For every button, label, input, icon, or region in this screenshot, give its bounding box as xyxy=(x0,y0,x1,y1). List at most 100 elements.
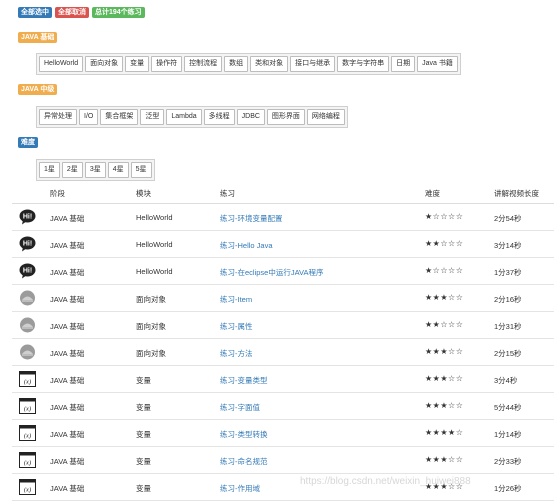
table-row: Hi! JAVA 基础 HelloWorld 练习-在eclipse中运行JAVA程序… xyxy=(12,258,554,285)
exercise-link[interactable]: 练习-变量类型 xyxy=(220,375,268,386)
exercise-link[interactable]: 练习-命名规范 xyxy=(220,456,268,467)
cell-stage: JAVA 基础 xyxy=(50,376,85,385)
cell-stage: JAVA 基础 xyxy=(50,268,85,277)
basic-module-filter: HelloWorld 面向对象 变量 操作符 控制流程 数组 类和对象 接口与继承 数字与字符串… xyxy=(36,53,461,75)
basic-module-button[interactable]: 数字与字符串 xyxy=(337,56,390,72)
table-row: (x) JAVA 基础 变量 练习-类型转换 ★★★★☆ 1分14秒 xyxy=(12,420,554,447)
star-rating: ★☆☆☆☆ xyxy=(425,266,464,275)
table-row: Hi! JAVA 基础 HelloWorld 练习-Hello Java ★★☆☆☆ 3分… xyxy=(12,231,554,258)
cell-duration: 3分4秒 xyxy=(494,376,518,385)
cell-duration: 2分15秒 xyxy=(494,349,522,358)
cell-module: 面向对象 xyxy=(136,349,166,358)
cell-module: 面向对象 xyxy=(136,295,166,304)
exercise-table: 阶段 模块 练习 难度 讲解视频长度 Hi! JAVA 基础 HelloWorld 练… xyxy=(12,181,554,501)
middle-module-button[interactable]: 集合框架 xyxy=(100,109,139,125)
star-rating: ★★☆☆☆ xyxy=(425,320,464,329)
difficulty-level-button[interactable]: 5星 xyxy=(130,162,152,178)
cell-stage: JAVA 基础 xyxy=(50,214,85,223)
difficulty-level-button[interactable]: 2星 xyxy=(61,162,83,178)
basic-module-button[interactable]: 数组 xyxy=(224,56,249,72)
hi-icon: Hi! xyxy=(19,263,36,279)
cell-duration: 1分31秒 xyxy=(494,322,522,331)
svg-text:Hi!: Hi! xyxy=(23,214,32,221)
star-rating: ★★★☆☆ xyxy=(425,455,464,464)
exercise-link[interactable]: 练习-Hello Java xyxy=(220,240,273,251)
cell-duration: 1分26秒 xyxy=(494,484,522,493)
exercise-link[interactable]: 练习-Item xyxy=(220,294,252,305)
svg-text:(x): (x) xyxy=(24,487,31,494)
middle-module-button[interactable]: 图形界面 xyxy=(266,109,305,125)
cell-module: 变量 xyxy=(136,430,151,439)
basic-module-button[interactable]: 操作符 xyxy=(151,56,183,72)
exercise-link[interactable]: 练习-字面值 xyxy=(220,402,260,413)
table-body: Hi! JAVA 基础 HelloWorld 练习-环境变量配置 ★☆☆☆☆ 2分54秒 H… xyxy=(12,204,554,501)
difficulty-filter: 1星 2星 3星 4星 5星 xyxy=(36,159,155,181)
cell-stage: JAVA 基础 xyxy=(50,430,85,439)
variable-icon: (x) xyxy=(19,371,36,387)
exercise-link[interactable]: 练习-在eclipse中运行JAVA程序 xyxy=(220,267,324,278)
cancel-all-button[interactable]: 全部取消 xyxy=(55,7,89,18)
cell-stage: JAVA 基础 xyxy=(50,322,85,331)
cell-duration: 2分54秒 xyxy=(494,214,522,223)
cell-duration: 2分16秒 xyxy=(494,295,522,304)
top-actions: 全部选中 全部取消 总计194个练习 xyxy=(18,7,145,18)
exercise-link[interactable]: 练习-环境变量配置 xyxy=(220,213,283,224)
variable-icon: (x) xyxy=(19,452,36,468)
table-row: Hi! JAVA 基础 HelloWorld 练习-环境变量配置 ★☆☆☆☆ 2分54秒 xyxy=(12,204,554,231)
middle-module-filter: 异常处理 I/O 集合框架 泛型 Lambda 多线程 JDBC 图形界面 网络编程 xyxy=(36,106,348,128)
table-row: (x) JAVA 基础 变量 练习-字面值 ★★★☆☆ 5分44秒 xyxy=(12,393,554,420)
basic-module-button[interactable]: 接口与继承 xyxy=(290,56,336,72)
basic-module-button[interactable]: 类和对象 xyxy=(250,56,289,72)
table-row: JAVA 基础 面向对象 练习-方法 ★★★☆☆ 2分15秒 xyxy=(12,339,554,366)
svg-text:(x): (x) xyxy=(24,433,31,440)
exercise-link[interactable]: 练习-作用域 xyxy=(220,483,260,494)
cell-module: HelloWorld xyxy=(136,267,173,276)
svg-text:Hi!: Hi! xyxy=(23,241,32,248)
middle-module-button[interactable]: 异常处理 xyxy=(39,109,77,125)
star-rating: ★★★☆☆ xyxy=(425,401,464,410)
difficulty-level-button[interactable]: 3星 xyxy=(84,162,106,178)
object-icon xyxy=(19,290,36,306)
header-module: 模块 xyxy=(136,189,151,198)
exercise-link[interactable]: 练习-属性 xyxy=(220,321,253,332)
cell-module: 变量 xyxy=(136,403,151,412)
cell-duration: 1分37秒 xyxy=(494,268,522,277)
exercise-link[interactable]: 练习-方法 xyxy=(220,348,253,359)
difficulty-level-button[interactable]: 1星 xyxy=(39,162,60,178)
header-difficulty: 难度 xyxy=(425,189,440,198)
cell-stage: JAVA 基础 xyxy=(50,484,85,493)
middle-module-button[interactable]: 泛型 xyxy=(140,109,165,125)
basic-module-button[interactable]: HelloWorld xyxy=(39,56,84,72)
middle-module-button[interactable]: I/O xyxy=(79,109,99,125)
basic-module-button[interactable]: 面向对象 xyxy=(85,56,124,72)
svg-text:(x): (x) xyxy=(24,460,31,467)
star-rating: ★★★☆☆ xyxy=(425,374,464,383)
basic-module-button[interactable]: 控制流程 xyxy=(184,56,223,72)
cell-module: 变量 xyxy=(136,484,151,493)
basic-module-button[interactable]: 变量 xyxy=(125,56,150,72)
basic-module-button[interactable]: 日期 xyxy=(391,56,416,72)
exercise-link[interactable]: 练习-类型转换 xyxy=(220,429,268,440)
variable-icon: (x) xyxy=(19,398,36,414)
star-rating: ★★★☆☆ xyxy=(425,482,464,491)
variable-icon: (x) xyxy=(19,479,36,495)
middle-module-button[interactable]: Lambda xyxy=(166,109,202,125)
cell-stage: JAVA 基础 xyxy=(50,295,85,304)
middle-module-button[interactable]: 多线程 xyxy=(203,109,235,125)
object-icon xyxy=(19,344,36,360)
header-stage: 阶段 xyxy=(50,189,65,198)
difficulty-level-button[interactable]: 4星 xyxy=(107,162,129,178)
select-all-button[interactable]: 全部选中 xyxy=(18,7,52,18)
basic-module-button[interactable]: Java 书籍 xyxy=(417,56,458,72)
hi-icon: Hi! xyxy=(19,209,36,225)
cell-duration: 5分44秒 xyxy=(494,403,522,412)
cell-stage: JAVA 基础 xyxy=(50,403,85,412)
cell-duration: 3分14秒 xyxy=(494,241,522,250)
svg-text:Hi!: Hi! xyxy=(23,268,32,275)
svg-text:(x): (x) xyxy=(24,406,31,413)
middle-module-button[interactable]: 网络编程 xyxy=(306,109,345,125)
table-row: (x) JAVA 基础 变量 练习-变量类型 ★★★☆☆ 3分4秒 xyxy=(12,366,554,393)
cell-module: HelloWorld xyxy=(136,213,173,222)
middle-module-button[interactable]: JDBC xyxy=(236,109,265,125)
table-row: (x) JAVA 基础 变量 练习-命名规范 ★★★☆☆ 2分33秒 xyxy=(12,447,554,474)
